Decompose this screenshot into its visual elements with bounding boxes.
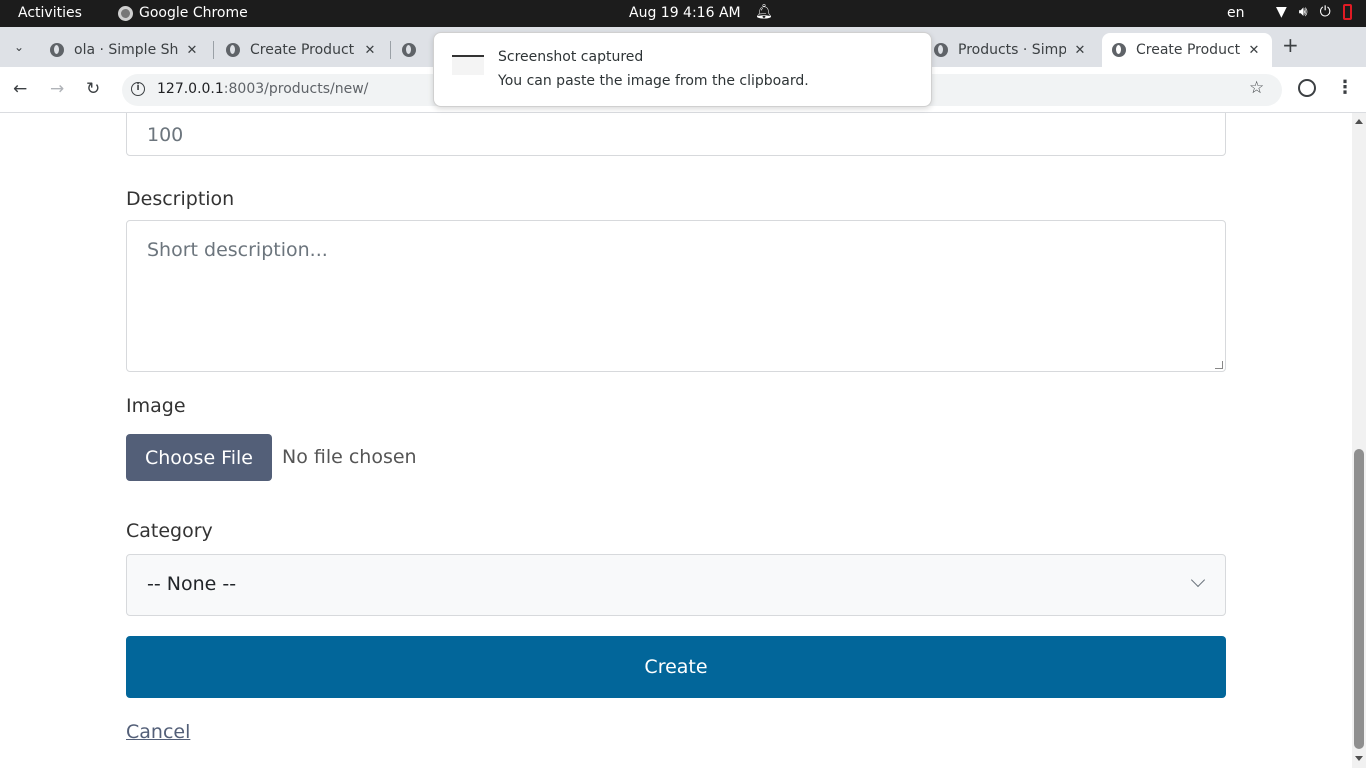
volume-icon: 🔊︎ xyxy=(1298,4,1308,20)
new-tab-plus-icon[interactable]: + xyxy=(1282,33,1299,57)
category-select[interactable]: -- None -- xyxy=(126,554,1226,616)
wifi-icon: ▼ xyxy=(1276,4,1287,20)
kebab-menu-icon[interactable]: ⋮ xyxy=(1336,77,1354,98)
arrow-right-icon[interactable]: → xyxy=(50,79,64,99)
tab-title: P xyxy=(426,42,427,58)
globe-icon xyxy=(1112,43,1126,57)
profile-icon[interactable] xyxy=(1298,79,1316,97)
system-top-bar: Activities Google Chrome Aug 19 4:16 AM … xyxy=(0,0,1366,27)
category-label: Category xyxy=(126,520,213,542)
close-icon[interactable]: ✕ xyxy=(184,43,200,58)
app-menu[interactable]: Google Chrome xyxy=(118,5,248,21)
battery-icon xyxy=(1342,4,1352,20)
notification-body: You can paste the image from the clipboa… xyxy=(498,73,809,89)
chevron-down-icon xyxy=(1190,572,1206,588)
choose-file-button[interactable]: Choose File xyxy=(126,434,272,481)
close-icon[interactable]: ✕ xyxy=(1072,43,1088,58)
page-scrollbar[interactable] xyxy=(1352,113,1366,768)
url-text[interactable]: 127.0.0.1:8003/products/new/ xyxy=(157,81,368,97)
close-icon[interactable]: ✕ xyxy=(362,43,378,58)
arrow-left-icon[interactable]: ← xyxy=(13,79,27,99)
tab-title: Products · Simp xyxy=(958,42,1066,58)
chevron-down-icon[interactable]: ⌄ xyxy=(8,36,30,58)
tab-title: Create Product xyxy=(1136,42,1240,58)
chrome-icon xyxy=(118,5,133,21)
file-status: No file chosen xyxy=(282,446,417,468)
close-icon[interactable]: ✕ xyxy=(1246,43,1262,58)
create-button[interactable]: Create xyxy=(126,636,1226,698)
description-label: Description xyxy=(126,188,235,210)
resize-handle[interactable] xyxy=(1215,361,1223,369)
power-icon: ⏻ xyxy=(1319,4,1331,20)
clock[interactable]: Aug 19 4:16 AM xyxy=(629,5,741,21)
globe-icon xyxy=(50,43,64,57)
scroll-up-arrow-icon[interactable] xyxy=(1355,119,1363,124)
notification-bell-icon: 🔔︎ xyxy=(755,4,773,20)
description-textarea[interactable]: Short description... xyxy=(126,220,1226,372)
info-icon[interactable]: i xyxy=(131,82,145,96)
quantity-input[interactable]: 100 xyxy=(126,113,1226,156)
tab-4[interactable]: Products · Simp ✕ xyxy=(924,33,1098,67)
reload-icon[interactable]: ↻ xyxy=(86,79,100,99)
tab-2[interactable]: Create Product ✕ xyxy=(216,33,388,67)
notification-title: Screenshot captured xyxy=(498,49,644,65)
tab-separator xyxy=(213,41,214,59)
tab-title: ola · Simple Sho xyxy=(74,42,178,58)
language-indicator[interactable]: en xyxy=(1227,5,1245,21)
tab-title: Create Product xyxy=(250,42,355,58)
tab-3[interactable]: P xyxy=(392,33,437,67)
screenshot-thumbnail xyxy=(452,55,484,75)
globe-icon xyxy=(402,43,416,57)
scrollbar-thumb[interactable] xyxy=(1354,449,1364,749)
tab-5-active[interactable]: Create Product ✕ xyxy=(1102,33,1272,67)
category-selected-value: -- None -- xyxy=(147,573,237,595)
globe-icon xyxy=(934,43,948,57)
cancel-link[interactable]: Cancel xyxy=(126,721,190,743)
screenshot-notification[interactable]: Screenshot captured You can paste the im… xyxy=(433,32,932,107)
tab-1[interactable]: ola · Simple Sho ✕ xyxy=(40,33,210,67)
activities-button[interactable]: Activities xyxy=(18,5,82,21)
description-placeholder: Short description... xyxy=(147,239,328,261)
app-name: Google Chrome xyxy=(139,5,248,21)
globe-icon xyxy=(226,43,240,57)
page-content: 100 Description Short description... Ima… xyxy=(0,113,1352,768)
star-icon[interactable]: ☆ xyxy=(1249,78,1264,98)
image-label: Image xyxy=(126,395,186,417)
quantity-value: 100 xyxy=(147,124,184,146)
tab-separator xyxy=(390,41,391,59)
scroll-down-arrow-icon[interactable] xyxy=(1355,756,1363,761)
system-tray[interactable]: ▼ 🔊︎ ⏻ xyxy=(1276,4,1352,20)
